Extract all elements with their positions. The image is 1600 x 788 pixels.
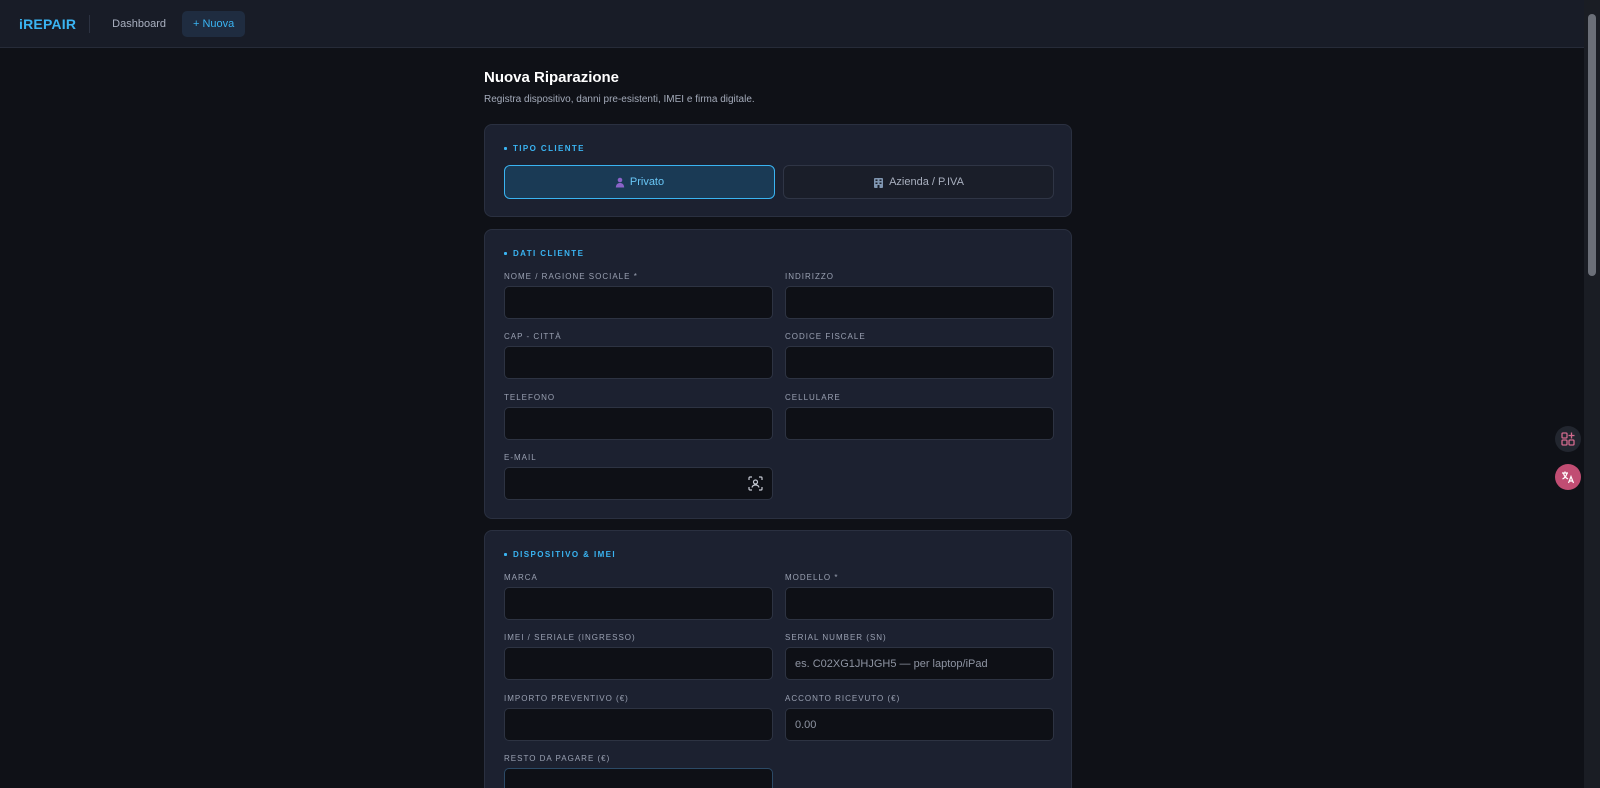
codice-fiscale-input[interactable] — [785, 346, 1054, 379]
azienda-button[interactable]: Azienda / P.IVA — [783, 165, 1054, 199]
cap-input[interactable] — [504, 346, 773, 379]
cellulare-label: CELLULARE — [785, 393, 841, 402]
contact-card-icon[interactable] — [748, 476, 763, 495]
cap-label: CAP - CITTÀ — [504, 332, 562, 341]
modello-input[interactable] — [785, 587, 1054, 620]
scrollbar-thumb[interactable] — [1588, 14, 1596, 276]
imei-input[interactable] — [504, 647, 773, 680]
apps-button[interactable] — [1555, 426, 1581, 452]
nav-dashboard[interactable]: Dashboard — [100, 11, 178, 37]
cellulare-input[interactable] — [785, 407, 1054, 440]
resto-label: RESTO DA PAGARE (€) — [504, 754, 611, 763]
logo-divider — [89, 14, 91, 33]
azienda-label: Azienda / P.IVA — [889, 176, 964, 188]
codice-fiscale-label: CODICE FISCALE — [785, 332, 866, 341]
serial-number-input[interactable] — [785, 647, 1054, 680]
indirizzo-label: INDIRIZZO — [785, 272, 834, 281]
telefono-input[interactable] — [504, 407, 773, 440]
nome-label: NOME / RAGIONE SOCIALE * — [504, 272, 638, 281]
email-input[interactable] — [504, 467, 773, 500]
privato-label: Privato — [629, 176, 665, 188]
email-field-wrapper — [504, 467, 773, 500]
dati-cliente-card: DATI CLIENTE NOME / RAGIONE SOCIALE * IN… — [484, 229, 1072, 519]
resto-input[interactable] — [504, 768, 773, 788]
dispositivo-title: DISPOSITIVO & IMEI — [504, 550, 616, 559]
translate-button[interactable] — [1555, 464, 1581, 490]
preventivo-label: IMPORTO PREVENTIVO (€) — [504, 694, 629, 703]
building-icon — [873, 177, 884, 188]
bullet-icon — [504, 553, 507, 556]
acconto-label: ACCONTO RICEVUTO (€) — [785, 694, 901, 703]
tipo-cliente-card: TIPO CLIENTE Privato Azienda / P.IVA — [484, 124, 1072, 217]
nome-input[interactable] — [504, 286, 773, 319]
modello-label: MODELLO * — [785, 573, 839, 582]
apps-icon — [1561, 432, 1575, 446]
telefono-label: TELEFONO — [504, 393, 556, 402]
bullet-icon — [504, 147, 507, 150]
marca-input[interactable] — [504, 587, 773, 620]
page-subtitle: Registra dispositivo, danni pre-esistent… — [484, 94, 755, 105]
bullet-icon — [504, 252, 507, 255]
imei-label: IMEI / SERIALE (INGRESSO) — [504, 633, 636, 642]
translate-icon — [1562, 471, 1575, 484]
dispositivo-card: DISPOSITIVO & IMEI MARCA MODELLO * IMEI … — [484, 530, 1072, 788]
acconto-input[interactable] — [785, 708, 1054, 741]
top-navbar: iREPAIR Dashboard + Nuova — [0, 0, 1584, 48]
preventivo-input[interactable] — [504, 708, 773, 741]
email-label: E-MAIL — [504, 453, 537, 462]
app-logo[interactable]: iREPAIR — [19, 16, 76, 32]
indirizzo-input[interactable] — [785, 286, 1054, 319]
serial-number-label: SERIAL NUMBER (SN) — [785, 633, 887, 642]
privato-button[interactable]: Privato — [504, 165, 775, 199]
dati-cliente-title: DATI CLIENTE — [504, 249, 584, 258]
marca-label: MARCA — [504, 573, 538, 582]
person-icon — [615, 177, 625, 188]
scrollbar[interactable] — [1584, 0, 1600, 788]
nav-new[interactable]: + Nuova — [181, 10, 246, 37]
page-title: Nuova Riparazione — [484, 69, 620, 86]
tipo-cliente-title: TIPO CLIENTE — [504, 144, 585, 153]
